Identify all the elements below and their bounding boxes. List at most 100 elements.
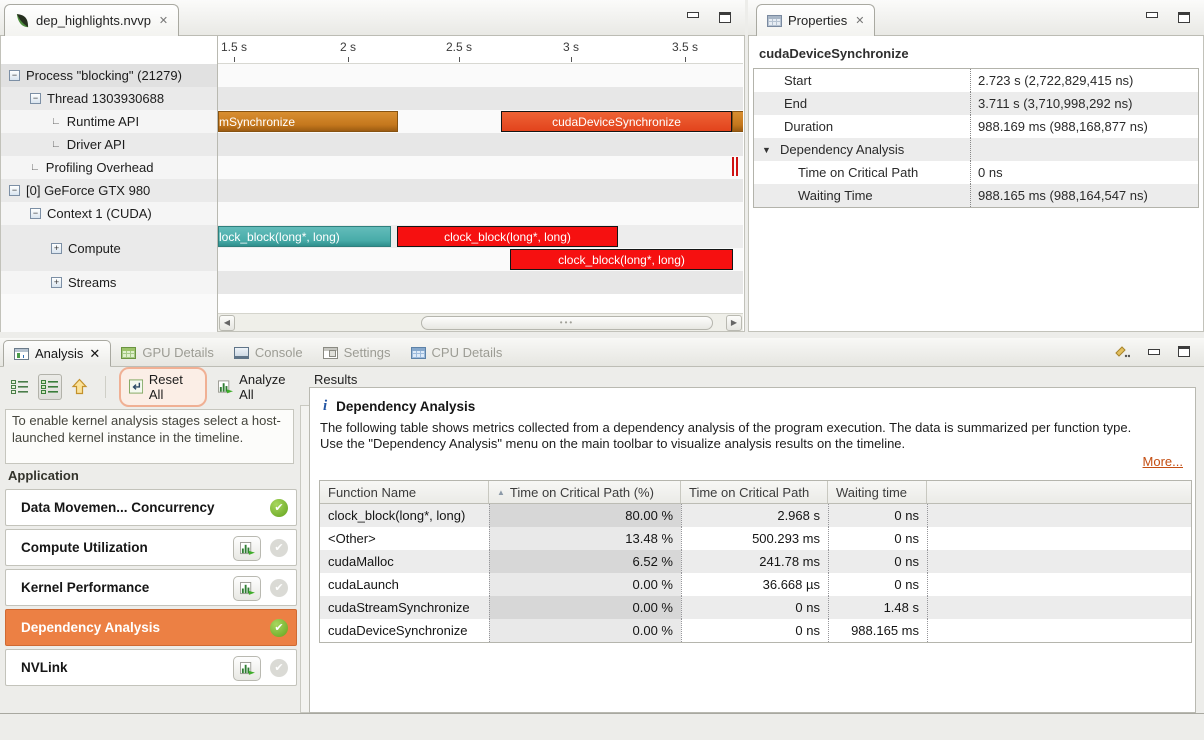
expand-icon[interactable]: + [51,277,62,288]
tab-label: Analysis [35,346,83,361]
run-analysis-button[interactable] [233,656,261,681]
table-row[interactable]: cudaDeviceSynchronize0.00 %0 ns988.165 m… [320,619,1191,642]
expand-icon[interactable]: + [51,243,62,254]
card-label: Data Movemen... Concurrency [21,500,215,515]
timeline-bar-lock-block-long-long-[interactable]: lock_block(long*, long) [218,226,391,247]
column-header-function-name[interactable]: Function Name [320,481,489,503]
collapse-icon[interactable]: − [9,185,20,196]
close-icon[interactable]: ✕ [159,14,168,27]
card-label: Kernel Performance [21,580,149,595]
minimize-icon[interactable] [1146,12,1158,18]
run-analysis-button[interactable] [233,576,261,601]
close-icon[interactable]: ✕ [855,14,864,27]
table-row[interactable]: cudaStreamSynchronize0.00 %0 ns1.48 s [320,596,1191,619]
tab-cpu-details[interactable]: CPU Details [401,339,513,366]
run-analysis-button[interactable] [233,536,261,561]
view-menu-pencil-icon[interactable] [1113,345,1130,358]
tree-row[interactable]: +Streams [1,271,217,294]
table-cell: 0 ns [681,596,828,619]
tab-properties[interactable]: Properties ✕ [756,4,875,36]
collapse-icon[interactable]: − [9,70,20,81]
tree-row[interactable]: +Compute [1,225,217,271]
tree-row[interactable]: ∟Profiling Overhead [1,156,217,179]
tab-analysis[interactable]: Analysis ✕ [3,340,111,367]
timeline-lane-lane-gpu [218,179,743,202]
collapse-icon[interactable]: − [30,208,41,219]
analysis-card-compute-utilization[interactable]: Compute Utilization✔ [5,529,297,566]
timeline-lane-lane-context [218,202,743,225]
properties-title: cudaDeviceSynchronize [759,46,909,61]
property-value: 0 ns [970,161,1198,184]
timeline-bar-cudadevicesynchronize[interactable]: cudaDeviceSynchronize [501,111,732,132]
more-link[interactable]: More... [1143,454,1183,469]
column-header-waiting-time[interactable]: Waiting time [828,481,927,503]
close-icon[interactable]: ✕ [89,346,100,362]
table-row[interactable]: cudaLaunch0.00 %36.668 µs0 ns [320,573,1191,596]
property-row: Duration988.169 ms (988,168,877 ns) [754,115,1198,138]
tree-row[interactable]: −[0] GeForce GTX 980 [1,179,217,202]
collapse-icon[interactable]: − [30,93,41,104]
card-label: Dependency Analysis [21,620,160,635]
tree-row[interactable]: ∟Driver API [1,133,217,156]
tree-row-label: Profiling Overhead [46,160,154,175]
pending-check-icon: ✔ [270,579,288,597]
timeline-bar-segment[interactable] [732,111,743,132]
analyze-all-button[interactable]: Analyze All [212,369,305,405]
analysis-card-dependency-analysis[interactable]: Dependency Analysis✔ [5,609,297,646]
tree-row[interactable]: −Context 1 (CUDA) [1,202,217,225]
table-row[interactable]: <Other>13.48 %500.293 ms0 ns [320,527,1191,550]
horizontal-scrollbar[interactable]: ◀ ▶ ••• [218,313,743,331]
card-label: Compute Utilization [21,540,148,555]
guided-analysis-icon[interactable] [38,374,63,400]
scrollbar-thumb[interactable]: ••• [421,316,713,330]
results-heading: Dependency Analysis [336,399,475,414]
property-label: Start [754,69,970,92]
column-header-time-on-critical-path[interactable]: Time on Critical Path [681,481,828,503]
timeline-bar-msynchronize[interactable]: mSynchronize [218,111,398,132]
collapse-arrow-icon[interactable]: ▼ [762,145,773,155]
timeline-bar-clock-block-long-long-[interactable]: clock_block(long*, long) [510,249,733,270]
tab-gpu-details[interactable]: GPU Details [111,339,224,366]
analysis-card-nvlink[interactable]: NVLink✔ [5,649,297,686]
analysis-card-kernel-performance[interactable]: Kernel Performance ✔ [5,569,297,606]
timeline-tabstrip: dep_highlights.nvvp ✕ [0,0,745,36]
table-cell: 0 ns [828,504,927,527]
table-cell: 0.00 % [489,619,681,642]
bar-label: clock_block(long*, long) [444,230,571,244]
up-level-arrow-icon[interactable] [67,374,92,400]
tree-row[interactable]: ∟Runtime API [1,110,217,133]
table-row[interactable]: cudaMalloc6.52 %241.78 ms0 ns [320,550,1191,573]
maximize-icon[interactable] [1178,12,1190,23]
tab-label: CPU Details [432,345,503,360]
timeline-bar-clock-block-long-long-[interactable]: clock_block(long*, long) [397,226,618,247]
tree-row[interactable]: −Thread 1303930688 [1,87,217,110]
bar-label: cudaDeviceSynchronize [552,115,681,129]
reset-all-button[interactable]: Reset All [119,367,207,407]
tab-settings[interactable]: Settings [313,339,401,366]
cpu-table-icon [411,347,426,359]
minimize-icon[interactable] [1148,349,1160,355]
overhead-marker[interactable] [736,157,738,176]
table-row[interactable]: clock_block(long*, long)80.00 %2.968 s0 … [320,504,1191,527]
table-cell: cudaStreamSynchronize [320,596,489,619]
tab-dep-highlights[interactable]: dep_highlights.nvvp ✕ [4,4,179,36]
ruler-tick-mark [234,57,235,62]
overhead-marker[interactable] [732,157,734,176]
table-cell-filler [927,550,1191,573]
ruler-tick-mark [685,57,686,62]
scroll-right-icon[interactable]: ▶ [726,315,742,331]
analysis-card-data-movemen-concurrency[interactable]: Data Movemen... Concurrency✔ [5,489,297,526]
column-header-label: Time on Critical Path (%) [510,485,654,500]
unguided-analysis-icon[interactable] [8,374,33,400]
minimize-icon[interactable] [687,12,699,18]
tree-row-label: Thread 1303930688 [47,91,164,106]
tab-console[interactable]: Console [224,339,313,366]
maximize-icon[interactable] [719,12,731,23]
tab-label: dep_highlights.nvvp [36,13,151,28]
tree-row[interactable]: −Process "blocking" (21279) [1,64,217,87]
column-header-time-on-critical-path-[interactable]: ▲Time on Critical Path (%) [489,481,681,503]
ruler-tick-label: 2.5 s [446,40,472,54]
maximize-icon[interactable] [1178,346,1190,357]
property-label: ▼Dependency Analysis [754,138,970,161]
scroll-left-icon[interactable]: ◀ [219,315,235,331]
